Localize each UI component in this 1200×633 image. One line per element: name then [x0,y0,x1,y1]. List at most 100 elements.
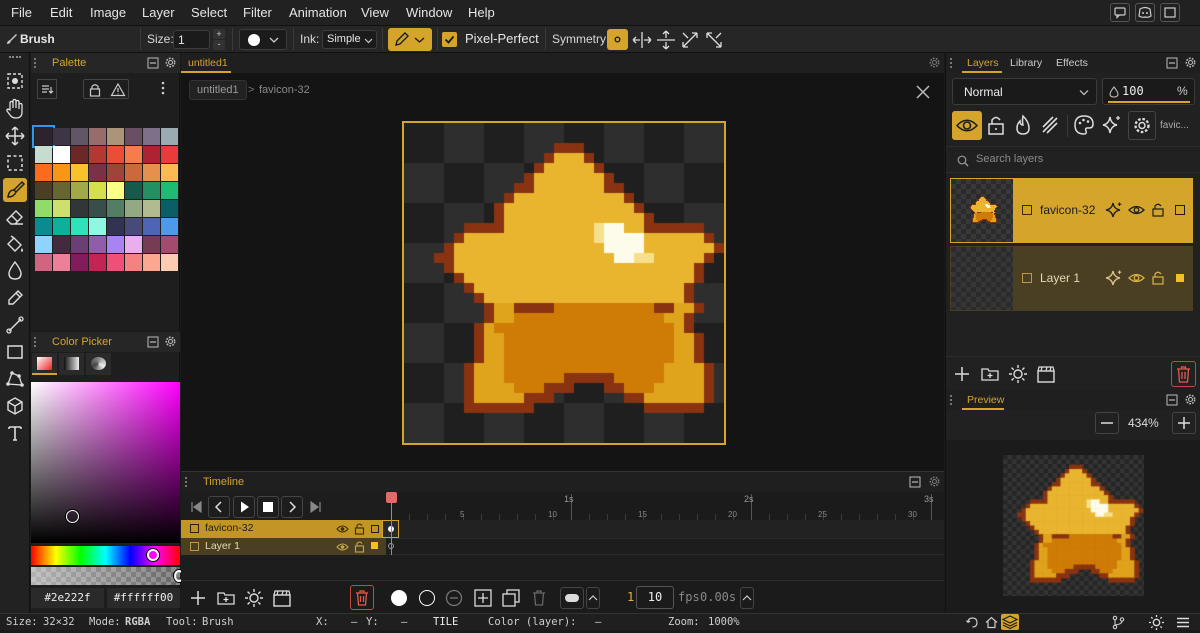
layer-color-tag[interactable] [1175,205,1185,215]
remove-frame-icon[interactable] [445,589,463,607]
palette-swatch[interactable] [35,218,52,235]
tool-rectangle[interactable] [3,340,27,364]
palette-swatch[interactable] [143,128,160,145]
palette-swatch[interactable] [125,182,142,199]
drag-handle[interactable] [950,395,958,405]
tab-preview[interactable]: Preview [962,390,1004,410]
palette-swatch[interactable] [143,218,160,235]
pixel-perfect-checkbox[interactable] [442,32,457,47]
tool-3d[interactable] [3,394,27,418]
tool-blur[interactable] [3,259,27,283]
palette-swatch[interactable] [125,236,142,253]
palette-swatch[interactable] [89,182,106,199]
lock-icon[interactable] [354,522,365,535]
palette-swatch[interactable] [35,200,52,217]
menu-layer[interactable]: Layer [142,5,175,20]
symmetry-vertical-icon[interactable] [655,29,677,51]
insert-frame-icon[interactable] [473,588,493,608]
fps-input[interactable]: 10 [636,586,674,609]
palette-swatch[interactable] [107,200,124,217]
minimize-icon[interactable] [909,476,921,488]
sparkles-icon[interactable] [1105,269,1123,287]
opacity-field[interactable]: 100 % [1102,78,1195,105]
palette-swatch[interactable] [89,236,106,253]
close-icon[interactable] [915,84,931,100]
lock-icon[interactable] [1151,270,1165,285]
tab-layers[interactable]: Layers [962,53,1002,73]
palette-swatch[interactable] [89,146,106,163]
palette-swatch[interactable] [143,236,160,253]
lock-icon[interactable] [354,540,365,553]
symmetry-horizontal-icon[interactable] [631,30,653,50]
palette-swatch[interactable] [125,164,142,181]
layer-color-tag[interactable] [371,525,379,533]
add-group-icon[interactable] [979,363,1001,385]
fullscreen-icon[interactable] [1160,3,1180,22]
unlock-icon[interactable] [985,113,1007,137]
time-options[interactable] [740,587,754,609]
breadcrumb-root[interactable]: untitled1 [189,80,247,100]
gear-icon[interactable] [1184,56,1197,69]
canvas-viewport[interactable]: untitled1 > favicon-32 [181,73,944,471]
palette-swatch[interactable] [143,182,160,199]
document-tab[interactable]: untitled1 [181,53,231,73]
menu-view[interactable]: View [361,5,389,20]
chat-icon[interactable] [1110,3,1130,22]
palette-swatch[interactable] [161,254,178,271]
flame-icon[interactable] [1012,113,1034,137]
drag-handle[interactable] [34,58,42,68]
palette-swatch[interactable] [161,128,178,145]
hex-primary-field[interactable]: #2e222f [31,588,104,608]
adjustment-layer-icon[interactable] [1007,363,1029,385]
color-cursor[interactable] [66,510,79,523]
palette-swatch[interactable] [71,200,88,217]
palette-swatch[interactable] [107,218,124,235]
mode-square-tab[interactable] [32,353,57,375]
layer-checkbox[interactable] [190,524,199,533]
tool-text[interactable] [3,421,27,445]
palette-swatch[interactable] [53,164,70,181]
palette-swatch[interactable] [53,254,70,271]
palette-swatch[interactable] [161,200,178,217]
minimize-icon[interactable] [1166,394,1178,406]
palette-swatch[interactable] [35,164,52,181]
add-layer-icon[interactable] [951,363,973,385]
color-picker-tab[interactable]: Color Picker [52,336,112,348]
delete-layer-button[interactable] [350,585,374,610]
zoom-out-button[interactable] [1095,412,1119,434]
tool-line[interactable] [3,313,27,337]
tool-brush[interactable] [3,178,27,202]
palette-swatch[interactable] [89,254,106,271]
layer-row[interactable]: Layer 1 [950,246,1193,311]
drag-handle[interactable] [185,477,193,487]
minimize-icon[interactable] [147,336,159,348]
discord-icon[interactable] [1135,3,1155,22]
size-decrement-button[interactable]: - [213,40,225,50]
palette-swatch[interactable] [71,254,88,271]
tool-move[interactable] [3,124,27,148]
tab-effects[interactable]: Effects [1056,57,1088,69]
palette-swatch[interactable] [161,218,178,235]
palette-swatch[interactable] [107,182,124,199]
next-frame-button[interactable] [281,496,303,518]
drag-handle[interactable] [950,58,958,68]
last-frame-icon[interactable] [306,497,326,517]
tool-eraser[interactable] [3,205,27,229]
timeline-frames-row[interactable] [386,520,944,538]
clapperboard-icon[interactable] [1035,363,1057,385]
layer-settings-button[interactable] [1128,111,1156,140]
palette-swatch[interactable] [107,236,124,253]
tab-library[interactable]: Library [1010,57,1042,69]
layer-checkbox[interactable] [1022,273,1032,283]
adjustment-layer-icon[interactable] [243,587,265,609]
palette-swatch[interactable] [53,218,70,235]
layer-color-tag[interactable] [1176,274,1184,282]
sparkles-icon[interactable] [1100,113,1124,137]
first-frame-icon[interactable] [186,497,206,517]
menu-edit[interactable]: Edit [50,5,72,20]
palette-swatch[interactable] [143,146,160,163]
menu-window[interactable]: Window [406,5,452,20]
size-increment-button[interactable]: + [213,29,225,39]
menu-file[interactable]: File [11,5,32,20]
add-layer-icon[interactable] [187,587,209,609]
